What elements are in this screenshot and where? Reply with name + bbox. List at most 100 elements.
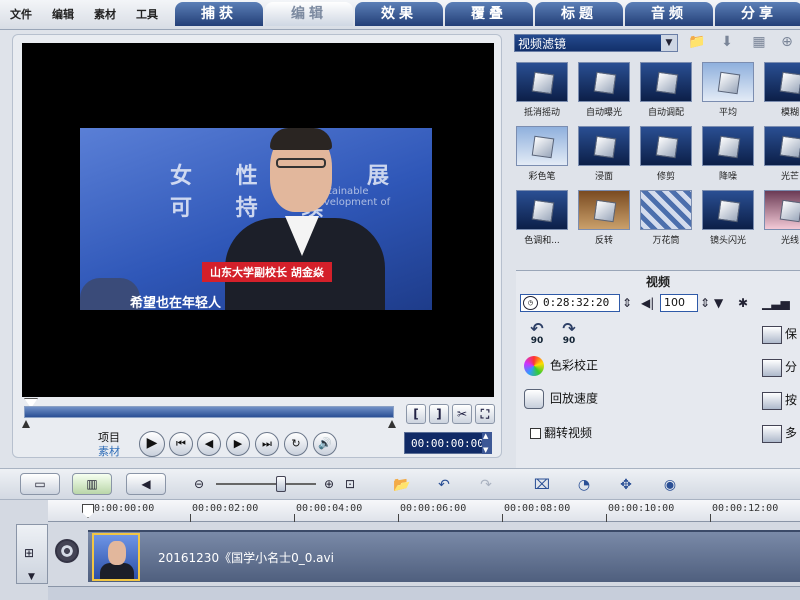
cube-icon [779, 71, 800, 95]
filter-preview-image [702, 190, 754, 230]
color-correction-button[interactable]: 色彩校正 [524, 356, 598, 376]
menu-bar: 文件 编辑 素材 工具 [0, 6, 168, 22]
volume-spinner[interactable]: ⇕ [700, 296, 710, 310]
clip-volume-field[interactable]: 100 [660, 294, 698, 312]
chevron-down-icon[interactable]: ▼ [661, 35, 677, 51]
mark-out-button[interactable]: ] [429, 404, 449, 424]
folder-icon[interactable]: 📁 [686, 34, 708, 54]
mark-in-button[interactable]: [ [406, 404, 426, 424]
go-to-end-icon[interactable]: ⏭ [255, 432, 279, 456]
speed-icon [524, 389, 544, 409]
menu-edit[interactable]: 编辑 [42, 6, 84, 22]
tab-share[interactable]: 分享 [715, 2, 800, 26]
smart-proxy-icon[interactable]: ◔ [572, 474, 596, 496]
filter-thumb[interactable]: 浸面 [578, 126, 630, 184]
repeat-icon[interactable]: ↻ [284, 432, 308, 456]
import-icon[interactable]: ⬇ [716, 34, 738, 54]
insert-media-icon[interactable]: 📂 [390, 474, 414, 496]
filter-label: 平均 [718, 108, 737, 118]
filter-label: 反转 [594, 236, 613, 246]
filter-label: 抵消摇动 [523, 108, 560, 118]
save-frame-button[interactable]: 保 [762, 325, 797, 344]
filter-thumb[interactable]: 彩色笔 [516, 126, 568, 184]
tab-edit[interactable]: 编辑 [265, 2, 353, 26]
volume-dropdown-icon[interactable]: ▼ [714, 296, 723, 310]
volume-icon[interactable]: 🔊 [313, 432, 337, 456]
audio-view-icon[interactable]: ◀ [126, 473, 166, 495]
play-icon[interactable]: ▶ [139, 431, 165, 457]
previous-frame-icon[interactable]: ◀ [197, 432, 221, 456]
fit-project-icon[interactable]: ⊡ [345, 477, 355, 491]
tab-title[interactable]: 标题 [535, 2, 623, 26]
storyboard-view-icon[interactable]: ▭ [20, 473, 60, 495]
clip-duration-field[interactable]: ◷ 0:28:32:20 [520, 294, 620, 312]
filter-preview-image [702, 126, 754, 166]
clip-name[interactable]: 20161230《国学小名士0_0.avi [158, 549, 334, 566]
batch-convert-icon[interactable]: ✥ [614, 474, 638, 496]
split-audio-button[interactable]: 分 [762, 358, 797, 377]
speaker-figure [220, 128, 385, 310]
filter-thumb[interactable]: 自动曝光 [578, 62, 630, 120]
redo-icon[interactable]: ↷ [474, 474, 498, 496]
split-by-scene-button[interactable]: 按 [762, 391, 797, 410]
preview-video-frame: 女 性 发 展 可 持 续 Sustainable Development of… [80, 128, 432, 310]
timecode-display[interactable]: 00:00:00:00 [404, 432, 492, 454]
zoom-slider-thumb[interactable] [276, 476, 286, 492]
track-expand-icon[interactable]: ⊞ [24, 546, 34, 560]
tab-capture[interactable]: 捕获 [175, 2, 263, 26]
scrubber-bar[interactable] [24, 406, 394, 418]
expand-icon[interactable]: ⛶ [475, 404, 495, 424]
filter-thumb[interactable]: 万花筒 [640, 190, 692, 248]
zoom-slider-track[interactable] [216, 483, 316, 485]
filter-thumb[interactable]: 平均 [702, 62, 754, 120]
undo-icon[interactable]: ↶ [432, 474, 456, 496]
mode-clip[interactable]: 素材 [98, 445, 120, 459]
scissors-icon[interactable]: ✂ [452, 404, 472, 424]
menu-clip[interactable]: 素材 [84, 6, 126, 22]
multi-trim-button[interactable]: 多 [762, 424, 797, 443]
menu-file[interactable]: 文件 [0, 6, 42, 22]
filter-label: 镜头闪光 [709, 236, 746, 246]
playback-speed-button[interactable]: 回放速度 [524, 389, 598, 409]
filter-thumb[interactable]: 镜头闪光 [702, 190, 754, 248]
zoom-out-icon[interactable]: ⊖ [194, 477, 204, 491]
options-icon[interactable]: ⊕ [776, 34, 798, 54]
zoom-in-icon[interactable]: ⊕ [324, 477, 334, 491]
go-to-start-icon[interactable]: ⏮ [169, 432, 193, 456]
filter-thumb[interactable]: 降噪 [702, 126, 754, 184]
filter-category-dropdown[interactable]: 视频滤镜 ▼ [514, 34, 678, 52]
ruler-tick-label: 00:00:00:00 [88, 503, 155, 514]
name-caption: 山东大学副校长 胡金焱 [202, 262, 332, 282]
surround-sound-icon[interactable]: ◉ [658, 474, 682, 496]
overlay-track[interactable] [48, 586, 800, 600]
filter-thumb[interactable]: 抵消摇动 [516, 62, 568, 120]
next-frame-icon[interactable]: ▶ [226, 432, 250, 456]
reverse-video-option[interactable]: 翻转视频 [530, 424, 592, 441]
filter-thumb[interactable]: 光芒 [764, 126, 800, 184]
library-manager-icon[interactable]: ▦ [748, 34, 770, 54]
timecode-spinner[interactable] [482, 432, 492, 454]
tab-effect[interactable]: 效果 [355, 2, 443, 26]
tab-overlay[interactable]: 覆叠 [445, 2, 533, 26]
fade-in-icon[interactable]: ▁▃▅ [762, 296, 790, 310]
mode-project[interactable]: 项目 [98, 431, 120, 445]
filter-thumb[interactable]: 反转 [578, 190, 630, 248]
track-collapse-icon[interactable]: ▼ [28, 572, 35, 582]
duration-spinner[interactable]: ⇕ [622, 296, 632, 310]
reverse-video-checkbox[interactable] [530, 428, 541, 439]
filter-preview-image [578, 62, 630, 102]
rotate-left-button[interactable]: ↶ 90 [524, 321, 550, 347]
clip-thumbnail[interactable] [92, 533, 140, 581]
tab-audio[interactable]: 音频 [625, 2, 713, 26]
timeline-view-icon[interactable]: ▥ [72, 473, 112, 495]
filter-thumb[interactable]: 自动调配 [640, 62, 692, 120]
record-capture-icon[interactable]: ⌧ [530, 474, 554, 496]
filter-thumb[interactable]: 色调和... [516, 190, 568, 248]
cube-icon [717, 71, 741, 95]
filter-thumb[interactable]: 光线 [764, 190, 800, 248]
menu-tools[interactable]: 工具 [126, 6, 168, 22]
filter-thumb[interactable]: 模糊 [764, 62, 800, 120]
rotate-right-button[interactable]: ↷ 90 [556, 321, 582, 347]
mute-icon[interactable]: ✱ [738, 296, 748, 310]
filter-thumb[interactable]: 修剪 [640, 126, 692, 184]
